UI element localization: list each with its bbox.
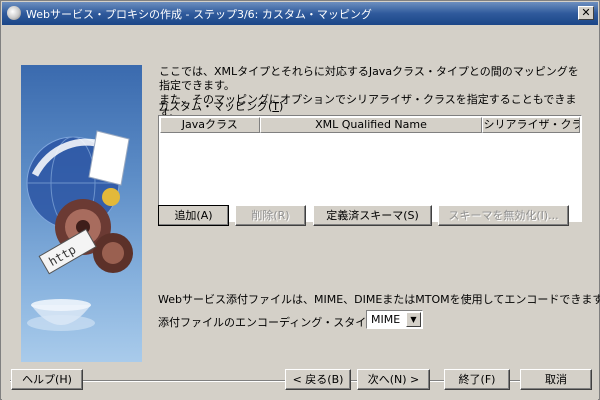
encoding-style-value: MIME [371,313,401,326]
attachment-info-text: Webサービス添付ファイルは、MIME、DIMEまたはMTOMを使用してエンコー… [158,293,600,306]
disable-schema-button[interactable]: スキーマを無効化(I)... [438,205,569,226]
encoding-style-select[interactable]: MIME ▼ [366,310,423,329]
wizard-body: http ここでは、XMLタイプとそれらに対応するJavaクラス・タイプとの間の… [2,25,600,400]
column-header-xml-qualified-name[interactable]: XML Qualified Name [259,117,483,133]
back-button[interactable]: < 戻る(B) [285,369,351,390]
help-button[interactable]: ヘルプ(H) [11,369,83,390]
dropdown-arrow-icon[interactable]: ▼ [406,312,421,327]
column-header-java-class[interactable]: Javaクラス [160,117,260,133]
finish-button[interactable]: 終了(F) [444,369,510,390]
next-button[interactable]: 次へ(N) > [357,369,430,390]
remove-button[interactable]: 削除(R) [235,205,306,226]
defined-schema-button[interactable]: 定義済スキーマ(S) [313,205,432,226]
window-title: Webサービス・プロキシの作成 - ステップ3/6: カスタム・マッピング [26,8,372,21]
wizard-illustration: http [21,65,142,362]
encoding-style-label: 添付ファイルのエンコーディング・スタイル(D): [158,316,398,329]
web-service-graphic: http [26,130,133,331]
close-button[interactable]: ✕ [578,6,594,20]
mapping-table-label: カスタム・マッピング(T) [158,98,283,114]
title-bar[interactable]: Webサービス・プロキシの作成 - ステップ3/6: カスタム・マッピング ✕ [2,2,598,25]
table-header: Javaクラス XML Qualified Name シリアライザ・クラス [160,117,580,133]
column-header-serializer-class[interactable]: シリアライザ・クラス [482,117,580,133]
description-line-1: ここでは、XMLタイプとそれらに対応するJavaクラス・タイプとの間のマッピング… [159,65,579,92]
mapping-label-suffix: ) [279,100,284,113]
mapping-label-text: カスタム・マッピング( [158,100,273,113]
cancel-button[interactable]: 取消 [520,369,592,390]
add-button[interactable]: 追加(A) [158,205,229,226]
app-icon [7,6,21,20]
wizard-dialog: Webサービス・プロキシの作成 - ステップ3/6: カスタム・マッピング ✕ [0,0,600,400]
